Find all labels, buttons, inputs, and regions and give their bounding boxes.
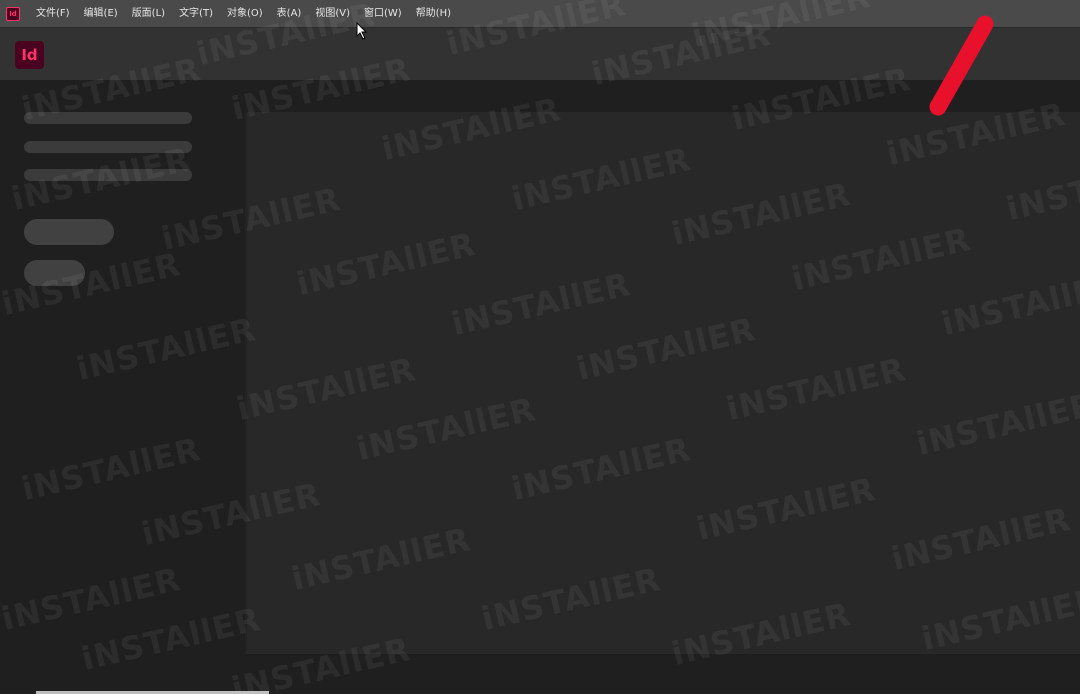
menu-edit[interactable]: 编辑(E) bbox=[77, 0, 125, 27]
skeleton-line bbox=[24, 112, 192, 124]
content-bottom-strip bbox=[245, 654, 1080, 694]
skeleton-line bbox=[24, 169, 192, 181]
arrow-cursor-icon bbox=[356, 22, 368, 40]
indesign-app-icon[interactable]: Id bbox=[6, 6, 20, 21]
left-panel-placeholder bbox=[0, 80, 245, 694]
menu-file[interactable]: 文件(F) bbox=[29, 0, 77, 27]
indesign-logo-icon[interactable]: Id bbox=[15, 41, 44, 69]
main-content-placeholder bbox=[247, 112, 1080, 654]
skeleton-button bbox=[24, 219, 114, 245]
menu-layout[interactable]: 版面(L) bbox=[125, 0, 172, 27]
skeleton-line bbox=[24, 141, 192, 153]
skeleton-button bbox=[24, 260, 85, 286]
menu-help[interactable]: 帮助(H) bbox=[409, 0, 458, 27]
menu-table[interactable]: 表(A) bbox=[270, 0, 309, 27]
menu-type[interactable]: 文字(T) bbox=[172, 0, 220, 27]
menu-bar: Id 文件(F) 编辑(E) 版面(L) 文字(T) 对象(O) 表(A) 视图… bbox=[0, 0, 1080, 27]
menu-object[interactable]: 对象(O) bbox=[220, 0, 270, 27]
app-header-bar: Id bbox=[0, 27, 1080, 81]
menu-items: 文件(F) 编辑(E) 版面(L) 文字(T) 对象(O) 表(A) 视图(V)… bbox=[29, 0, 458, 27]
menu-view[interactable]: 视图(V) bbox=[308, 0, 357, 27]
indesign-loading-window: Id 文件(F) 编辑(E) 版面(L) 文字(T) 对象(O) 表(A) 视图… bbox=[0, 0, 1080, 694]
content-top-strip bbox=[245, 80, 1080, 112]
